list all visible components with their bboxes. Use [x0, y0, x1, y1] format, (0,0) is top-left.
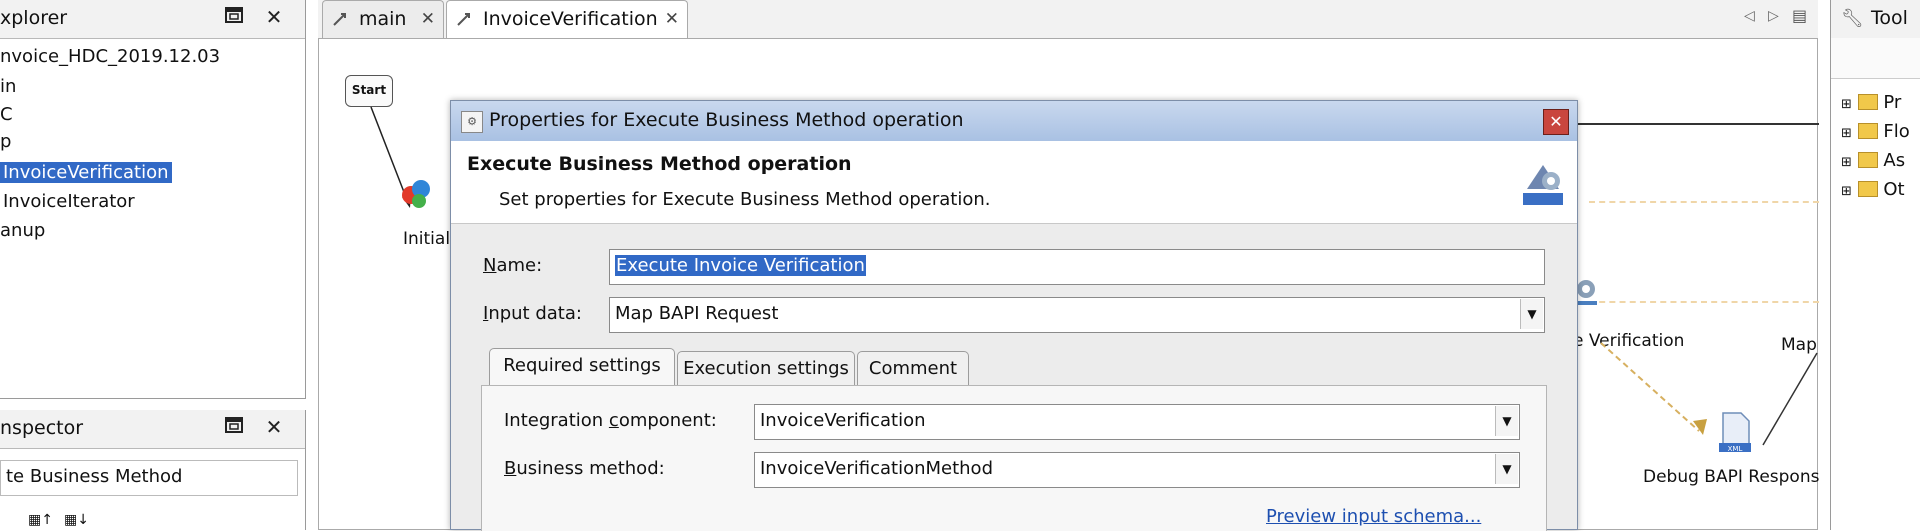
tool-item[interactable]: ⊞ As [1841, 150, 1905, 171]
dialog-header-area: Execute Business Method operation Set pr… [451, 141, 1577, 224]
tree-item[interactable]: p [0, 131, 11, 152]
chevron-down-icon[interactable]: ▼ [1495, 406, 1518, 436]
input-data-select[interactable]: Map BAPI Request ▼ [609, 297, 1545, 333]
close-icon[interactable]: ✕ [262, 415, 286, 439]
start-node[interactable]: Start [345, 75, 393, 107]
flow-icon [333, 13, 346, 26]
tree-item-invoice-verification[interactable]: InvoiceVerification [0, 162, 172, 183]
folder-icon [1857, 181, 1878, 197]
integration-component-select[interactable]: InvoiceVerification ▼ [754, 404, 1520, 440]
dialog-app-icon: ⚙ [461, 111, 483, 133]
wrench-icon: 🔧︎ [1841, 8, 1864, 29]
folder-icon [1857, 94, 1878, 110]
business-method-select[interactable]: InvoiceVerificationMethod ▼ [754, 452, 1520, 488]
explorer-panel: xplorer ✕ nvoice_HDC_2019.12.03 in C p I… [0, 0, 306, 399]
tool-item[interactable]: ⊞ Ot [1841, 179, 1905, 200]
initial-node-icon[interactable] [399, 177, 435, 213]
dialog-title: Properties for Execute Business Method o… [489, 109, 964, 131]
tool-item[interactable]: ⊞ Pr [1841, 92, 1901, 113]
scroll-right-icon[interactable]: ▷ [1768, 8, 1779, 24]
dialog-description: Set properties for Execute Business Meth… [499, 189, 991, 210]
tree-item-invoice-iterator[interactable]: InvoiceIterator [3, 191, 135, 212]
business-method-label: Business method: [504, 458, 665, 479]
flow-dashed-line [1589, 301, 1819, 303]
chevron-down-icon[interactable]: ▼ [1495, 454, 1518, 484]
tree-item-project[interactable]: nvoice_HDC_2019.12.03 [0, 46, 220, 67]
tool-panel: 🔧︎ Tool ⊞ Pr ⊞ Flo ⊞ As ⊞ Ot [1830, 0, 1920, 530]
name-input-value: Execute Invoice Verification [615, 255, 866, 276]
tool-header: 🔧︎ Tool [1831, 0, 1920, 39]
name-input[interactable]: Execute Invoice Verification [609, 249, 1545, 285]
dialog-heading: Execute Business Method operation [467, 153, 852, 175]
business-method-value: InvoiceVerificationMethod [760, 458, 993, 479]
explorer-header: xplorer ✕ [0, 0, 305, 39]
flow-icon [457, 13, 470, 26]
chevron-down-icon[interactable]: ▼ [1520, 299, 1543, 329]
business-method-icon [1519, 159, 1567, 209]
flow-dashed-line [1589, 201, 1819, 203]
inspector-header: nspector ✕ [0, 410, 305, 449]
start-label: Start [351, 83, 387, 97]
required-settings-panel: Integration component: InvoiceVerificati… [481, 385, 1547, 531]
tab-main[interactable]: main ✕ [322, 0, 444, 38]
inspector-value-field[interactable]: te Business Method [0, 460, 298, 496]
connector-dashed [1600, 342, 1707, 435]
preview-input-schema-link[interactable]: Preview input schema... [1266, 506, 1481, 527]
xml-document-icon[interactable]: XML [1715, 411, 1755, 455]
explorer-title: xplorer [0, 7, 68, 29]
inspector-title: nspector [0, 417, 84, 439]
initial-node-label: Initial [403, 229, 451, 249]
dialog-titlebar[interactable]: ⚙ Properties for Execute Business Method… [451, 101, 1577, 142]
tab-required-settings[interactable]: Required settings [489, 348, 675, 385]
tool-item[interactable]: ⊞ Flo [1841, 121, 1910, 142]
maximize-icon[interactable] [222, 5, 246, 29]
folder-icon [1857, 123, 1878, 139]
tab-invoice-verification-label: InvoiceVerification [483, 8, 658, 30]
dialog-close-button[interactable]: ✕ [1543, 109, 1569, 135]
tab-list-icon[interactable]: ▤ [1792, 6, 1807, 25]
tab-execution-settings[interactable]: Execution settings [677, 351, 855, 385]
tree-item[interactable]: C [0, 104, 13, 125]
close-tab-icon[interactable]: ✕ [665, 1, 679, 37]
tab-main-label: main [359, 8, 407, 30]
tool-toolbar [1831, 38, 1920, 79]
input-data-label: Input data: [483, 303, 582, 324]
integration-component-label: Integration component: [504, 410, 717, 431]
folder-icon [1857, 152, 1878, 168]
debug-node-label: Debug BAPI Respons [1643, 467, 1820, 487]
tab-comment[interactable]: Comment [857, 351, 969, 385]
sort-desc-icon[interactable]: ▦↓ [64, 512, 89, 528]
tool-title: Tool [1871, 7, 1908, 29]
maximize-icon[interactable] [222, 415, 246, 439]
close-icon[interactable]: ✕ [262, 5, 286, 29]
svg-text:XML: XML [1728, 445, 1743, 453]
integration-component-value: InvoiceVerification [760, 410, 926, 431]
tree-item-cleanup[interactable]: anup [0, 220, 45, 241]
scroll-left-icon[interactable]: ◁ [1744, 8, 1755, 24]
name-label: Name: [483, 255, 543, 276]
properties-dialog: ⚙ Properties for Execute Business Method… [450, 100, 1578, 531]
close-tab-icon[interactable]: ✕ [421, 1, 435, 37]
input-data-value: Map BAPI Request [615, 303, 779, 324]
tab-invoice-verification[interactable]: InvoiceVerification ✕ [446, 0, 688, 38]
inspector-panel: nspector ✕ te Business Method ▦↑ ▦↓ [0, 410, 306, 530]
tree-item[interactable]: in [0, 76, 16, 97]
sort-asc-icon[interactable]: ▦↑ [28, 512, 53, 528]
connector-line [1762, 352, 1818, 446]
